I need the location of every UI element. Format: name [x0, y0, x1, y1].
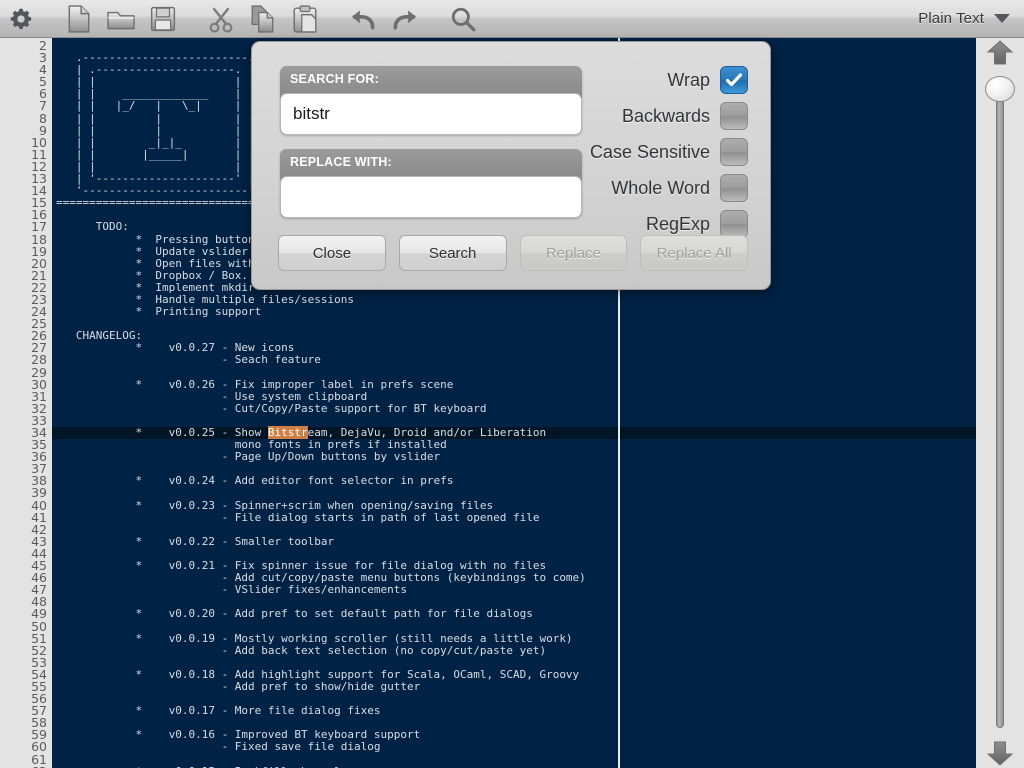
editor-line[interactable]: * v0.0.23 - Spinner+scrim when opening/s… — [52, 499, 976, 512]
replace-button: Replace — [519, 235, 628, 271]
editor-line[interactable]: - Use system clipboard — [52, 390, 976, 403]
option-row-case-sensitive[interactable]: Case Sensitive — [590, 138, 748, 166]
editor-line[interactable]: - Fixed save file dialog — [52, 741, 976, 753]
option-label: RegExp — [645, 213, 710, 234]
option-label: Whole Word — [611, 177, 710, 198]
copy-icon[interactable] — [242, 0, 284, 38]
editor-line[interactable]: - Page Up/Down buttons by vslider — [52, 451, 976, 463]
editor-line[interactable]: - File dialog starts in path of last ope… — [52, 511, 976, 524]
dialog-options: Wrap Backwards Case Sensitive Whole Word Reg… — [590, 66, 748, 238]
toolbar: Plain Text — [0, 0, 1024, 38]
editor-line[interactable]: * v0.0.22 - Smaller toolbar — [52, 535, 976, 548]
checkbox-backwards[interactable] — [720, 102, 748, 130]
arrow-up-icon[interactable] — [983, 38, 1017, 68]
search-replace-dialog: SEARCH FOR: bitstr REPLACE WITH: Wrap Bac… — [251, 41, 771, 290]
option-row-regexp[interactable]: RegExp — [646, 210, 748, 238]
toolbar-right-group: Plain Text — [918, 10, 1024, 27]
search-icon[interactable] — [442, 0, 484, 38]
search-input[interactable]: bitstr — [280, 93, 582, 135]
line-number-gutter: 2 3 4 5 6 7 8 9 10 11 12 13 14 15 16 17 18 19 20 21 22 23 24 25… — [0, 38, 52, 768]
editor-line[interactable]: * Printing support — [52, 305, 976, 318]
new-file-icon[interactable] — [58, 0, 100, 38]
format-selector-label[interactable]: Plain Text — [918, 10, 984, 27]
editor-line[interactable]: * v0.0.17 - More file dialog fixes — [52, 705, 976, 717]
editor-line[interactable]: - Add back text selection (no copy/cut/p… — [52, 644, 976, 657]
dialog-button-row: Close Search Replace Replace All — [278, 235, 748, 271]
replace-field-group: REPLACE WITH: — [280, 149, 582, 218]
search-match-highlight: Bitstr — [267, 426, 308, 439]
undo-icon[interactable] — [342, 0, 384, 38]
checkbox-wrap[interactable] — [720, 66, 748, 94]
editor-line[interactable] — [52, 318, 976, 330]
redo-icon[interactable] — [384, 0, 426, 38]
toolbar-separator-4 — [426, 0, 442, 38]
save-icon[interactable] — [142, 0, 184, 38]
editor-line[interactable] — [52, 367, 976, 379]
replace-all-button: Replace All — [640, 235, 748, 271]
editor-line[interactable] — [52, 487, 976, 499]
option-label: Wrap — [667, 69, 710, 90]
option-label: Case Sensitive — [589, 141, 710, 162]
chevron-down-icon[interactable] — [994, 14, 1010, 23]
option-row-whole-word[interactable]: Whole Word — [611, 174, 748, 202]
toolbar-separator-1 — [42, 0, 58, 38]
option-label: Backwards — [621, 105, 710, 126]
scrollbar-track[interactable] — [996, 86, 1004, 728]
settings-icon[interactable] — [0, 0, 42, 38]
check-icon — [725, 73, 743, 87]
replace-field-label: REPLACE WITH: — [280, 149, 582, 176]
search-field-group: SEARCH FOR: bitstr — [280, 66, 582, 135]
checkbox-whole-word[interactable] — [720, 174, 748, 202]
editor-window: Plain Text 2 3 4 5 6 7 8 9 10 11 12 13 14 15 16 17 18 19 2… — [0, 0, 1024, 768]
option-row-backwards[interactable]: Backwards — [622, 102, 748, 130]
editor-line[interactable]: - VSlider fixes/enhancements — [52, 584, 976, 596]
search-button[interactable]: Search — [398, 235, 507, 271]
editor-line[interactable]: * v0.0.19 - Mostly working scroller (sti… — [52, 632, 976, 645]
dialog-fields: SEARCH FOR: bitstr REPLACE WITH: — [280, 66, 582, 218]
scrollbar-track-area[interactable] — [976, 68, 1024, 738]
replace-input[interactable] — [280, 176, 582, 218]
toolbar-separator-2 — [184, 0, 200, 38]
paste-icon[interactable] — [284, 0, 326, 38]
toolbar-separator-3 — [326, 0, 342, 38]
scroll-thumb[interactable] — [985, 76, 1015, 102]
checkbox-regexp[interactable] — [720, 210, 748, 238]
editor-line[interactable]: - Add pref to show/hide gutter — [52, 680, 976, 693]
editor-line[interactable]: - Seach feature — [52, 354, 976, 366]
checkbox-case-sensitive[interactable] — [720, 138, 748, 166]
editor-line[interactable] — [52, 621, 976, 633]
vertical-scrollbar[interactable] — [976, 38, 1024, 768]
editor-line[interactable]: * v0.0.20 - Add pref to set default path… — [52, 608, 976, 620]
search-field-label: SEARCH FOR: — [280, 66, 582, 93]
arrow-down-icon[interactable] — [983, 738, 1017, 768]
editor-line[interactable]: * v0.0.24 - Add editor font selector in … — [52, 475, 976, 487]
open-folder-icon[interactable] — [100, 0, 142, 38]
cut-icon[interactable] — [200, 0, 242, 38]
editor-line[interactable]: * v0.0.26 - Fix improper label in prefs … — [52, 378, 976, 391]
option-row-wrap[interactable]: Wrap — [667, 66, 748, 94]
editor-line[interactable] — [52, 754, 976, 766]
close-button[interactable]: Close — [278, 235, 386, 271]
editor-line[interactable]: - Cut/Copy/Paste support for BT keyboard — [52, 402, 976, 415]
